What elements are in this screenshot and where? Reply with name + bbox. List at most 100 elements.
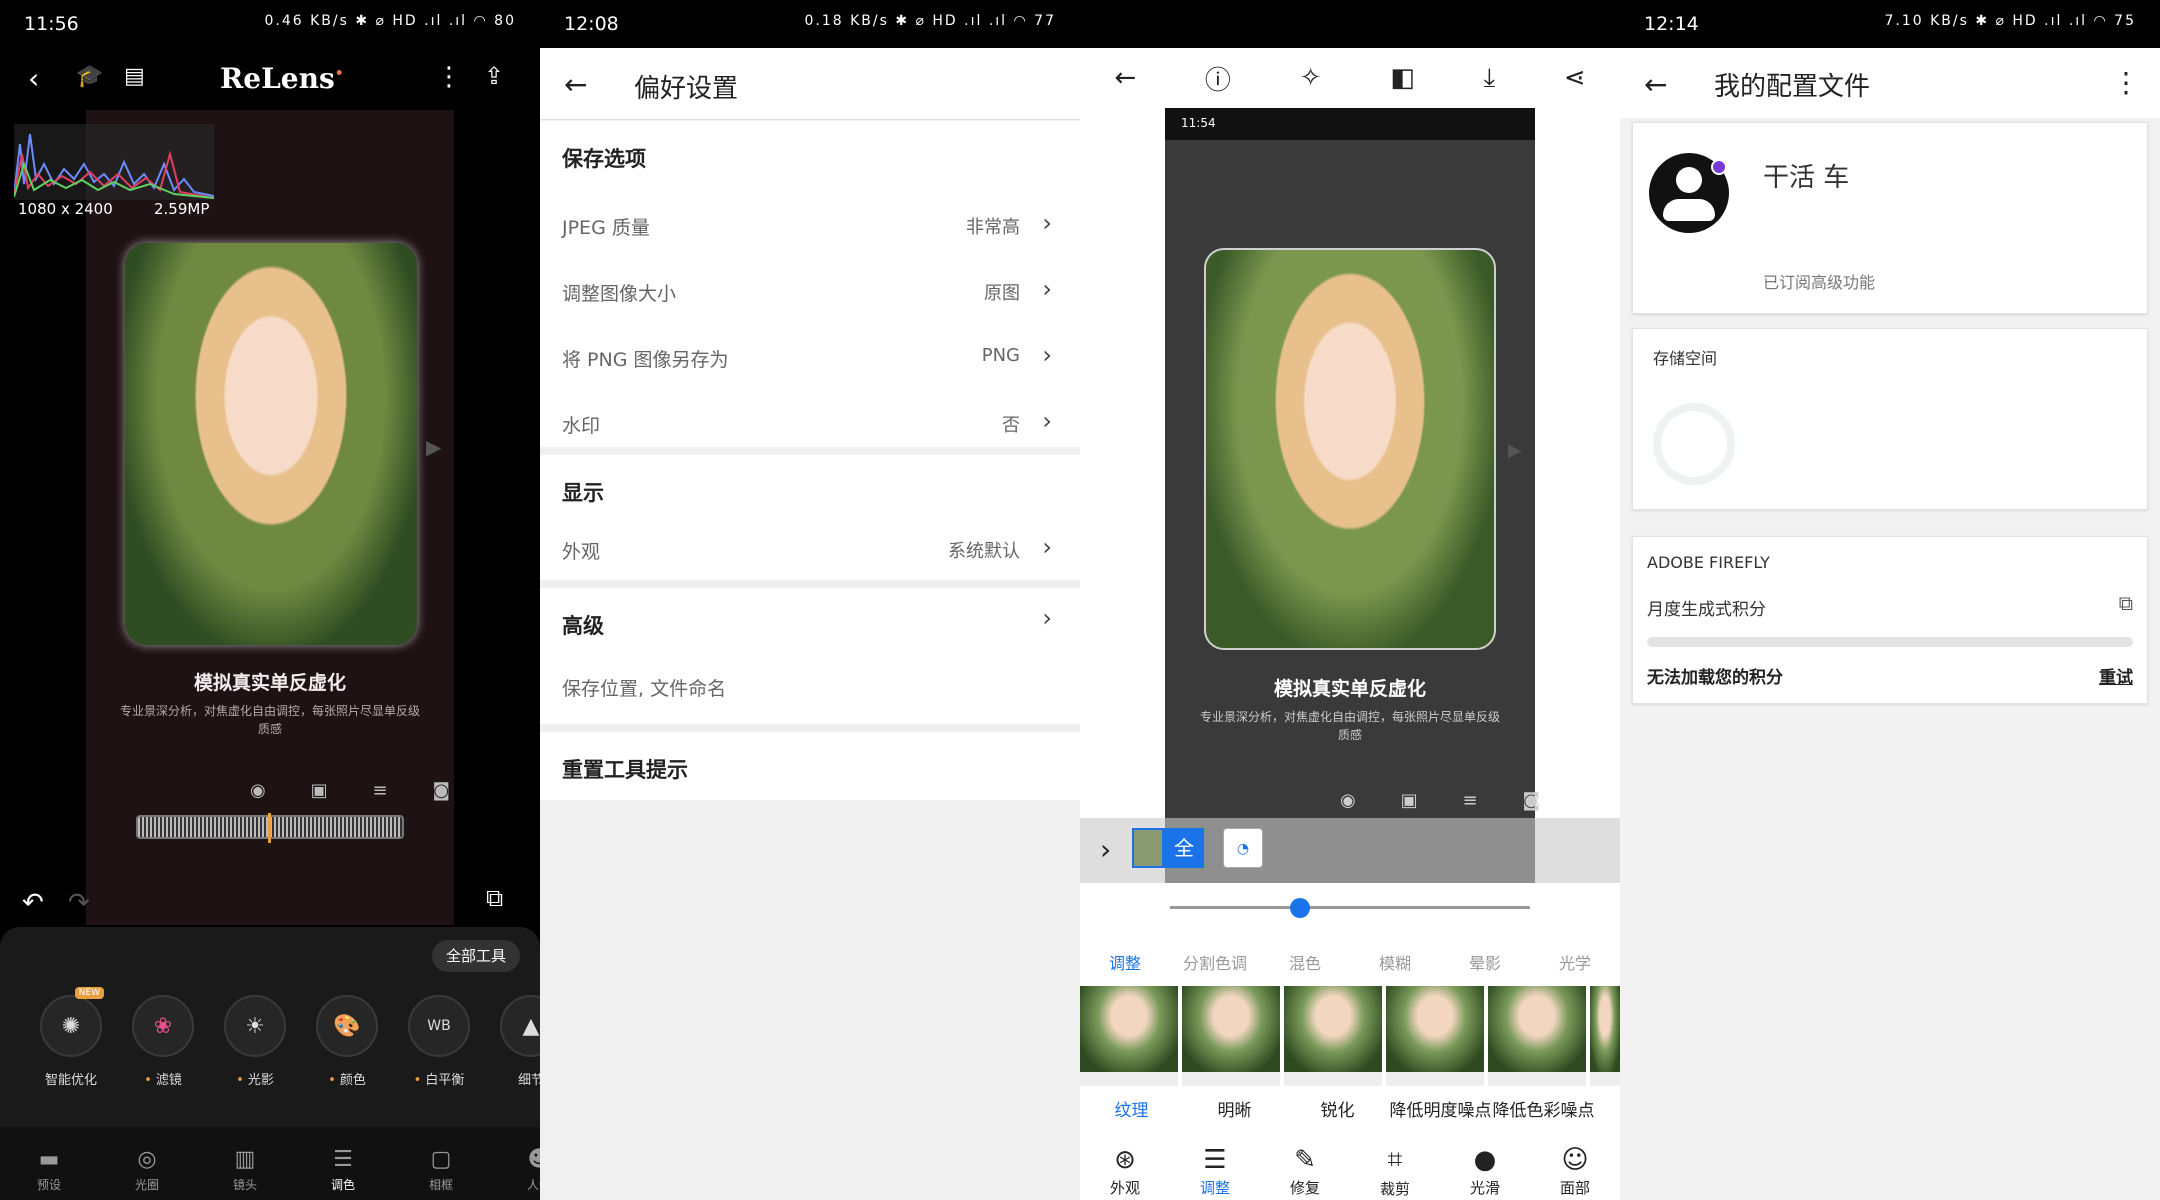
external-link-icon[interactable]: ⧉	[2119, 591, 2133, 615]
aperture-icon: ◉	[1340, 790, 1356, 811]
looks-icon: ⊛	[1114, 1145, 1136, 1175]
nav-portrait[interactable]: ☻ 人像	[490, 1127, 540, 1200]
share-icon[interactable]: ⇪	[484, 62, 504, 90]
nav-heal[interactable]: ✎ 修复	[1260, 1133, 1350, 1200]
aperture-icon[interactable]: ◉	[250, 780, 266, 801]
nav-adjust[interactable]: ☰ 调整	[1170, 1133, 1260, 1200]
reset-tips-label: 重置工具提示	[562, 758, 688, 782]
camera-icon[interactable]: ◙	[433, 780, 450, 801]
thumb-sharpen[interactable]	[1284, 986, 1383, 1086]
thumb-partial[interactable]	[1590, 986, 1620, 1086]
tool-color[interactable]: 🎨 • 颜色	[301, 995, 393, 1088]
nav-face[interactable]: ☺ 面部	[1530, 1133, 1620, 1200]
tab-mix[interactable]: 混色	[1260, 950, 1350, 974]
row-resize[interactable]: 调整图像大小 原图 ›	[540, 257, 1080, 323]
save-options-section: 保存选项 JPEG 质量 非常高 › 调整图像大小 原图 › 将 PNG 图像另存为 PN…	[540, 121, 1080, 447]
nav-presets[interactable]: ▬ 预设	[0, 1127, 98, 1200]
monthly-credits-label[interactable]: 月度生成式积分	[1647, 595, 1766, 620]
row-label: 水印	[562, 415, 601, 437]
back-arrow-icon[interactable]: ←	[1644, 68, 1667, 101]
all-mask-button[interactable]: 全	[1164, 828, 1204, 868]
undo-icon[interactable]: ↶	[22, 888, 44, 918]
storage-card: 存储空间	[1632, 328, 2148, 510]
all-tools-button[interactable]: 全部工具	[432, 940, 520, 972]
slider-knob[interactable]	[1289, 898, 1310, 918]
adjust-tabs: 调整 分割色调 混色 模糊 晕影 光学	[1080, 950, 1620, 974]
mask-thumbnail[interactable]	[1132, 828, 1164, 868]
thumb-texture[interactable]	[1080, 986, 1179, 1086]
nav-lens[interactable]: ▥ 镜头	[196, 1127, 294, 1200]
tab-adjust[interactable]: 调整	[1080, 950, 1170, 974]
redo-icon[interactable]: ↷	[68, 888, 90, 918]
chevron-right-icon: ›	[1042, 604, 1052, 632]
row-jpeg-quality[interactable]: JPEG 质量 非常高 ›	[540, 191, 1080, 257]
hero-title: 模拟真实单反虚化	[193, 672, 346, 694]
row-watermark[interactable]: 水印 否 ›	[540, 389, 1080, 455]
thumb-luminance-noise[interactable]	[1386, 986, 1485, 1086]
info-icon[interactable]: ▤	[124, 64, 145, 89]
compare-icon[interactable]: ⧉	[486, 884, 503, 912]
reset-tips-row[interactable]: 重置工具提示	[540, 732, 1080, 800]
tab-optics[interactable]: 光学	[1530, 950, 1620, 974]
tool-filter[interactable]: ❀ • 滤镜	[117, 995, 209, 1088]
tool-white-balance[interactable]: WB • 白平衡	[393, 995, 485, 1088]
back-icon[interactable]: ‹	[28, 62, 39, 95]
tab-vignette[interactable]: 晕影	[1440, 950, 1530, 974]
more-icon[interactable]: ⋮	[436, 62, 462, 92]
compare-icon[interactable]: ◧	[1390, 63, 1415, 93]
chevron-right-icon: ›	[1042, 407, 1052, 435]
share-icon[interactable]: ⋖	[1564, 63, 1586, 93]
row-appearance[interactable]: 外观 系统默认 ›	[540, 515, 1080, 581]
next-arrow-icon[interactable]: ▶	[426, 435, 441, 459]
nav-crop[interactable]: ⌗ 裁剪	[1350, 1133, 1440, 1200]
thumb-color-noise[interactable]	[1488, 986, 1587, 1086]
focus-dial[interactable]	[136, 813, 404, 843]
help-icon[interactable]: ⓘ	[1205, 60, 1231, 97]
nav-frame[interactable]: ▢ 相框	[392, 1127, 490, 1200]
nav-label: 相框	[428, 1178, 453, 1192]
tool-light[interactable]: ☀ • 光影	[209, 995, 301, 1088]
back-arrow-icon[interactable]: ←	[564, 68, 587, 101]
row-png-save[interactable]: 将 PNG 图像另存为 PNG ›	[540, 323, 1080, 389]
sliders-icon[interactable]: ≡	[373, 780, 388, 801]
more-icon[interactable]: ⋮	[2112, 66, 2140, 99]
tab-blur[interactable]: 模糊	[1350, 950, 1440, 974]
tool-detail[interactable]: ▲ 细节	[485, 995, 540, 1088]
sliders-icon: ☰	[1203, 1145, 1227, 1175]
hero-title: 模拟真实单反虚化	[1273, 678, 1426, 700]
row-label: 调整图像大小	[562, 283, 677, 305]
nav-label: 调整	[1199, 1179, 1230, 1197]
add-mask-icon[interactable]: ◔	[1223, 828, 1263, 868]
row-label: 外观	[562, 541, 601, 563]
app-header: ← 我的配置文件 ⋮	[1620, 48, 2160, 118]
portrait-photo	[1204, 248, 1496, 650]
histogram	[14, 124, 214, 200]
status-time: 11:56	[24, 13, 79, 35]
nav-looks[interactable]: ⊛ 外观	[1080, 1133, 1170, 1200]
advanced-section[interactable]: 高级 › 保存位置, 文件命名	[540, 588, 1080, 724]
tool-smart-optimize[interactable]: ✺ NEW 智能优化	[25, 987, 117, 1088]
nav-label: 面部	[1559, 1179, 1590, 1197]
dot-marker: •	[144, 1073, 156, 1088]
magic-wand-icon[interactable]: ✧	[1300, 63, 1322, 93]
page-title: 偏好设置	[634, 74, 739, 104]
editor-toolbar: ← ⓘ ✧ ◧ ⤓ ⋖	[1080, 48, 1620, 108]
tutorial-icon[interactable]: 🎓	[76, 64, 103, 89]
portrait-icon: ☻	[527, 1147, 540, 1172]
expand-chevron-icon[interactable]: ›	[1100, 833, 1111, 866]
adjust-slider[interactable]	[1170, 906, 1530, 909]
new-badge: NEW	[74, 987, 104, 999]
tab-split-tone[interactable]: 分割色调	[1170, 950, 1260, 974]
nav-color-grade[interactable]: ☰ 调色	[294, 1127, 392, 1200]
nav-label: 人像	[526, 1178, 540, 1192]
lock-icon[interactable]: ▣	[311, 780, 328, 801]
nav-label: 裁剪	[1379, 1180, 1410, 1198]
bottom-nav: ⊛ 外观 ☰ 调整 ✎ 修复 ⌗ 裁剪 ● 光滑 ☺ 面部	[1080, 1133, 1620, 1200]
tool-label: 颜色	[339, 1073, 366, 1088]
nav-smooth[interactable]: ● 光滑	[1440, 1133, 1530, 1200]
nav-aperture[interactable]: ◎ 光圈	[98, 1127, 196, 1200]
thumb-clarity[interactable]	[1182, 986, 1281, 1086]
download-icon[interactable]: ⤓	[1484, 63, 1496, 94]
back-arrow-icon[interactable]: ←	[1114, 63, 1136, 93]
retry-button[interactable]: 重试	[2099, 663, 2133, 688]
